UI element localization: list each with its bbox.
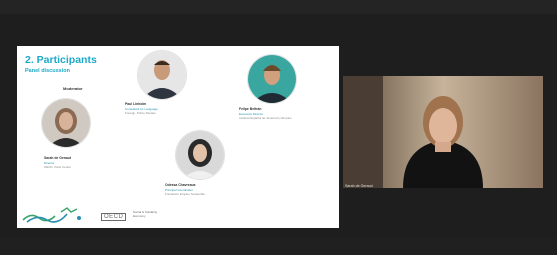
participant-org: OECD, Paris Center — [44, 165, 72, 169]
program-subtitle: Economy — [133, 213, 146, 218]
moderator-label: Moderator — [63, 86, 83, 91]
shared-slide: 2. Participants Panel discussion Moderat… — [17, 46, 339, 228]
participant-portrait — [137, 50, 187, 100]
portrait-image — [248, 55, 296, 103]
top-bar — [0, 0, 557, 14]
participant-name: Odessa Chavreaux — [165, 183, 196, 187]
participant-org: Instituto Español de Juventud y Empleo — [239, 116, 292, 120]
participant-org: Foreign, Policy Studies — [125, 111, 156, 115]
slide-title: 2. Participants — [25, 54, 97, 66]
participant-name: Paul Linholm — [125, 102, 147, 106]
moderator-portrait — [41, 98, 91, 148]
oecd-logo: OECD — [101, 213, 127, 221]
participant-name: Felipe Beltrán — [239, 107, 262, 111]
slide-subtitle: Panel discussion — [25, 68, 70, 74]
program-name: Social & Solidarity Economy — [133, 210, 157, 218]
portrait-image — [176, 131, 224, 179]
speaker-name-label: Sarah de Geraud — [345, 184, 373, 188]
speaker-video[interactable] — [343, 76, 543, 188]
speaker-video-frame — [343, 76, 543, 188]
participant-portrait — [175, 130, 225, 180]
bird-waves-graphic-icon — [22, 207, 81, 223]
video-call-window: 2. Participants Panel discussion Moderat… — [0, 0, 557, 255]
portrait-image — [138, 51, 186, 99]
bottom-bar — [0, 238, 557, 255]
portrait-image — [42, 99, 90, 147]
participant-org: Fundación Empleo Sostenible — [165, 192, 205, 196]
oecd-logo-text: OECD — [101, 213, 127, 221]
participant-name: Sarah de Geraud — [44, 156, 72, 160]
participant-portrait — [247, 54, 297, 104]
